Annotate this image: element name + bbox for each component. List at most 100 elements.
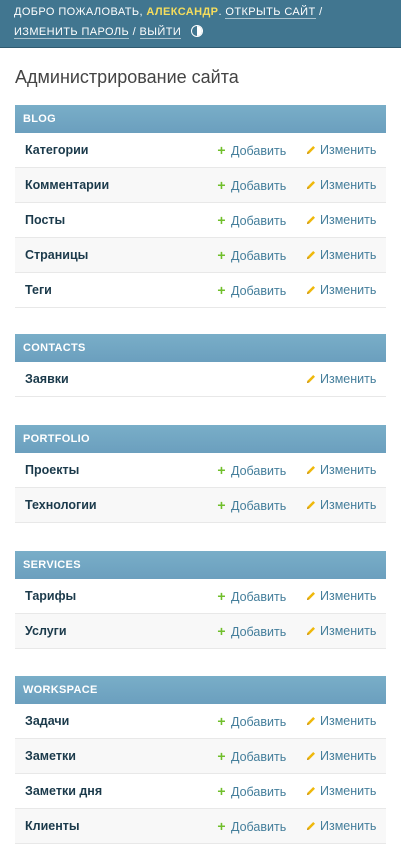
change-label: Изменить <box>320 819 377 833</box>
add-label: Добавить <box>231 464 287 478</box>
add-link[interactable]: + Добавить <box>216 614 286 649</box>
module-caption[interactable]: SERVICES <box>15 551 386 579</box>
model-link[interactable]: Посты <box>25 203 65 237</box>
model-link[interactable]: Услуги <box>25 614 67 648</box>
page-title: Администрирование сайта <box>15 67 239 87</box>
add-link[interactable]: + Добавить <box>216 168 286 203</box>
change-label: Изменить <box>320 178 377 192</box>
plus-icon: + <box>217 748 226 764</box>
user-tools-line-1: ДОБРО ПОЖАЛОВАТЬ, АЛЕКСАНДР. ОТКРЫТЬ САЙ… <box>14 6 323 19</box>
module-caption[interactable]: WORKSPACE <box>15 676 386 704</box>
change-link[interactable]: Изменить <box>306 273 376 307</box>
module-caption[interactable]: BLOG <box>15 105 386 133</box>
change-link[interactable]: Изменить <box>306 133 376 167</box>
model-link[interactable]: Клиенты <box>25 809 80 843</box>
change-label: Изменить <box>320 624 377 638</box>
model-link[interactable]: Проекты <box>25 453 79 487</box>
plus-icon: + <box>217 818 226 834</box>
add-link[interactable]: + Добавить <box>216 203 286 238</box>
add-label: Добавить <box>231 750 287 764</box>
model-link[interactable]: Категории <box>25 133 89 167</box>
pencil-icon <box>306 775 316 795</box>
pencil-icon <box>306 810 316 830</box>
username: АЛЕКСАНДР <box>146 6 219 18</box>
change-link[interactable]: Изменить <box>306 203 376 237</box>
change-password-link[interactable]: ИЗМЕНИТЬ ПАРОЛЬ <box>14 26 130 39</box>
model-link[interactable]: Заметки дня <box>25 774 102 808</box>
change-link[interactable]: Изменить <box>306 809 376 843</box>
add-link[interactable]: + Добавить <box>216 739 286 774</box>
add-link[interactable]: + Добавить <box>216 774 286 809</box>
theme-toggle-icon[interactable] <box>190 25 203 37</box>
add-link[interactable]: + Добавить <box>216 238 286 273</box>
add-label: Добавить <box>231 284 287 298</box>
change-link[interactable]: Изменить <box>306 362 376 396</box>
change-link[interactable]: Изменить <box>306 614 376 648</box>
change-label: Изменить <box>320 589 377 603</box>
change-link[interactable]: Изменить <box>306 704 376 738</box>
model-link[interactable]: Технологии <box>25 488 97 522</box>
add-link[interactable]: + Добавить <box>216 809 286 844</box>
change-link[interactable]: Изменить <box>306 488 376 522</box>
module-blog: BLOG Категории + Добавить Изменить Комментари… <box>15 105 386 308</box>
pencil-icon <box>306 363 316 383</box>
welcome-text: ДОБРО ПОЖАЛОВАТЬ, <box>14 6 143 18</box>
separator: / <box>132 26 137 38</box>
pencil-icon <box>306 705 316 725</box>
separator: / <box>319 6 323 18</box>
model-row: Проекты + Добавить Изменить <box>15 453 386 488</box>
add-link[interactable]: + Добавить <box>216 579 286 614</box>
model-row: Услуги + Добавить Изменить <box>15 614 386 649</box>
model-row: Теги + Добавить Изменить <box>15 273 386 308</box>
pencil-icon <box>306 169 316 189</box>
module-rows: Тарифы + Добавить Изменить Услуги + Добавить Из… <box>15 579 386 649</box>
plus-icon: + <box>217 247 226 263</box>
add-label: Добавить <box>231 715 287 729</box>
module-rows: Проекты + Добавить Изменить Технологии + Добав… <box>15 453 386 523</box>
change-label: Изменить <box>320 714 377 728</box>
model-link[interactable]: Задачи <box>25 704 69 738</box>
add-link[interactable]: + Добавить <box>216 488 286 523</box>
model-link[interactable]: Комментарии <box>25 168 109 202</box>
model-link[interactable]: Заявки <box>25 362 69 396</box>
add-label: Добавить <box>231 144 287 158</box>
add-label: Добавить <box>231 499 287 513</box>
add-label: Добавить <box>231 249 287 263</box>
module-contacts: CONTACTS Заявки Изменить <box>15 334 386 397</box>
change-link[interactable]: Изменить <box>306 168 376 202</box>
plus-icon: + <box>217 282 226 298</box>
model-row: Страницы + Добавить Изменить <box>15 238 386 273</box>
model-row: Комментарии + Добавить Изменить <box>15 168 386 203</box>
model-link[interactable]: Тарифы <box>25 579 76 613</box>
module-caption[interactable]: PORTFOLIO <box>15 425 386 453</box>
add-link[interactable]: + Добавить <box>216 704 286 739</box>
add-link[interactable]: + Добавить <box>216 273 286 308</box>
module-caption[interactable]: CONTACTS <box>15 334 386 362</box>
change-link[interactable]: Изменить <box>306 238 376 272</box>
plus-icon: + <box>217 713 226 729</box>
change-link[interactable]: Изменить <box>306 579 376 613</box>
plus-icon: + <box>217 212 226 228</box>
pencil-icon <box>306 239 316 259</box>
pencil-icon <box>306 740 316 760</box>
model-link[interactable]: Заметки <box>25 739 76 773</box>
change-label: Изменить <box>320 784 377 798</box>
change-label: Изменить <box>320 213 377 227</box>
plus-icon: + <box>217 462 226 478</box>
logout-link[interactable]: ВЫЙТИ <box>139 26 182 39</box>
change-link[interactable]: Изменить <box>306 739 376 773</box>
add-label: Добавить <box>231 625 287 639</box>
add-link[interactable]: + Добавить <box>216 453 286 488</box>
model-link[interactable]: Теги <box>25 273 52 307</box>
view-site-link[interactable]: ОТКРЫТЬ САЙТ <box>225 6 316 19</box>
change-link[interactable]: Изменить <box>306 774 376 808</box>
plus-icon: + <box>217 623 226 639</box>
change-label: Изменить <box>320 143 377 157</box>
add-link[interactable]: + Добавить <box>216 133 286 168</box>
change-link[interactable]: Изменить <box>306 453 376 487</box>
model-link[interactable]: Страницы <box>25 238 88 272</box>
model-row: Заявки Изменить <box>15 362 386 397</box>
model-row: Технологии + Добавить Изменить <box>15 488 386 523</box>
module-rows: Заявки Изменить <box>15 362 386 397</box>
add-label: Добавить <box>231 590 287 604</box>
